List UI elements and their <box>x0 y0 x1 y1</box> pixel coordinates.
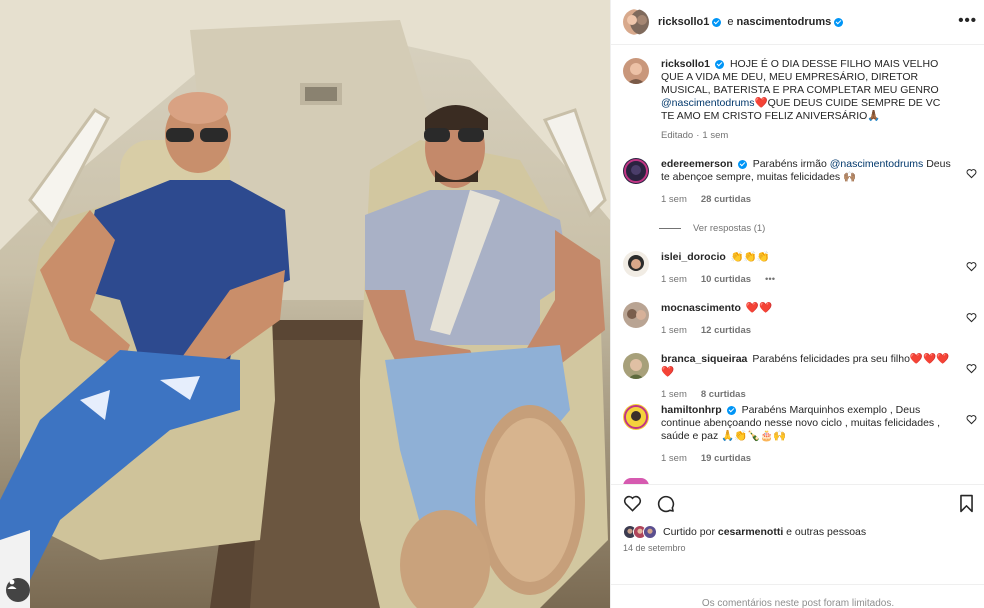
comment-heart-icon[interactable] <box>966 414 977 425</box>
comment-likes[interactable]: 10 curtidas <box>701 273 751 286</box>
user-tag-icon[interactable] <box>6 578 30 602</box>
bookmark-icon[interactable] <box>958 494 975 513</box>
comment-heart-icon[interactable] <box>966 312 977 323</box>
comment-meta: 1 sem 28 curtidas <box>661 193 955 206</box>
post-date[interactable]: 14 de setembro <box>623 543 686 553</box>
caption-body: ricksollo1 HOJE É O DIA DESSE FILHO MAIS… <box>661 58 955 142</box>
comment-username[interactable]: mocnascimento <box>661 302 741 314</box>
post-photo[interactable] <box>0 0 610 608</box>
comment-time[interactable]: 1 sem <box>661 193 687 206</box>
commenter-avatar[interactable] <box>623 353 649 379</box>
comment-text-start: Parabéns irmão <box>752 158 827 170</box>
commenter-avatar[interactable] <box>623 302 649 328</box>
coauthor-username[interactable]: nascimentodrums <box>736 16 831 28</box>
caption-avatar[interactable] <box>623 58 649 84</box>
comment-body: hamiltonhrp Parabéns Marquinhos exemplo … <box>661 404 955 465</box>
comment-heart-icon[interactable] <box>966 363 977 374</box>
comment-likes[interactable]: 8 curtidas <box>701 388 746 401</box>
comment-body: islei_dorocio 👏👏👏 1 sem 10 curtidas ••• <box>661 251 955 286</box>
post-header: ricksollo1 e nascimentodrums ••• <box>611 0 984 45</box>
comment-username[interactable]: edereemerson <box>661 158 733 170</box>
verified-badge-icon <box>715 59 725 69</box>
comment-time[interactable]: 1 sem <box>661 273 687 286</box>
action-icons <box>623 494 675 513</box>
view-replies-button[interactable]: Ver respostas (1) <box>659 223 765 234</box>
caption-meta: Editado · 1 sem <box>661 129 955 142</box>
comment-username[interactable]: islei_dorocio <box>661 251 726 263</box>
separator-dot: · <box>696 130 700 141</box>
comment-meta: 1 sem 12 curtidas <box>661 324 955 337</box>
comment-text: 👏👏👏 <box>730 251 770 263</box>
comments-list[interactable]: ricksollo1 HOJE É O DIA DESSE FILHO MAIS… <box>611 46 984 484</box>
caption-mention[interactable]: @nascimentodrums <box>661 97 755 109</box>
comment-meta: 1 sem 8 curtidas <box>661 388 955 401</box>
authors-conjunction: e <box>727 16 734 28</box>
author-username[interactable]: ricksollo1 <box>658 16 709 28</box>
liked-by-user[interactable]: cesarmenotti <box>718 526 783 538</box>
post-authors: ricksollo1 e nascimentodrums <box>658 16 846 28</box>
commenter-avatar[interactable] <box>623 251 649 277</box>
comment-body: edereemerson Parabéns irmão @nascimentod… <box>661 158 955 206</box>
verified-badge-icon <box>712 17 722 27</box>
view-replies-label: Ver respostas (1) <box>693 223 766 234</box>
comment-text: ❤️❤️ <box>745 302 773 314</box>
comment-icon[interactable] <box>656 494 675 513</box>
comment-heart-icon[interactable] <box>966 168 977 179</box>
comments-limited-notice: Os comentários neste post foram limitado… <box>611 584 984 608</box>
comment-meta: 1 sem 10 curtidas ••• <box>661 273 955 286</box>
commenter-avatar[interactable] <box>623 404 649 430</box>
comment-username[interactable]: branca_siqueiraa <box>661 353 747 365</box>
comment-time[interactable]: 1 sem <box>661 324 687 337</box>
replies-line <box>659 228 681 229</box>
comment-meta: 1 sem 19 curtidas <box>661 452 955 465</box>
verified-badge-icon <box>834 17 844 27</box>
comment-likes[interactable]: 19 curtidas <box>701 452 751 465</box>
instagram-post-view: ricksollo1 e nascimentodrums ••• ricksol… <box>0 0 984 608</box>
commenter-avatar[interactable] <box>623 158 649 184</box>
comment-body: mocnascimento ❤️❤️ 1 sem 12 curtidas <box>661 302 955 337</box>
liked-by: Curtido por cesarmenotti e outras pessoa… <box>623 525 866 539</box>
comment-options-button[interactable]: ••• <box>765 273 775 286</box>
caption-edited: Editado <box>661 130 694 141</box>
liked-by-prefix: Curtido por <box>663 526 715 538</box>
comment-time[interactable]: 1 sem <box>661 452 687 465</box>
comment-time[interactable]: 1 sem <box>661 388 687 401</box>
comment-username[interactable]: hamiltonhrp <box>661 404 722 416</box>
comment-heart-icon[interactable] <box>966 261 977 272</box>
caption-username[interactable]: ricksollo1 <box>661 58 710 70</box>
caption-time[interactable]: 1 sem <box>702 129 728 142</box>
jet-cabin-photo <box>0 0 610 608</box>
comment-body: branca_siqueiraa Parabéns felicidades pr… <box>661 353 955 401</box>
comment-likes[interactable]: 28 curtidas <box>701 193 751 206</box>
post-side-panel: ricksollo1 e nascimentodrums ••• ricksol… <box>610 0 984 608</box>
more-options-button[interactable]: ••• <box>958 12 977 29</box>
liked-by-suffix[interactable]: e outras pessoas <box>786 526 866 538</box>
verified-badge-icon <box>737 159 747 169</box>
verified-badge-icon <box>726 405 736 415</box>
heart-icon[interactable] <box>623 494 642 513</box>
comment-mention[interactable]: @nascimentodrums <box>830 158 924 170</box>
comment-likes[interactable]: 12 curtidas <box>701 324 751 337</box>
author-avatar[interactable] <box>623 9 649 35</box>
liked-by-avatars <box>623 525 657 539</box>
liker-avatar[interactable] <box>643 525 657 539</box>
post-actions: Curtido por cesarmenotti e outras pessoa… <box>611 484 984 608</box>
